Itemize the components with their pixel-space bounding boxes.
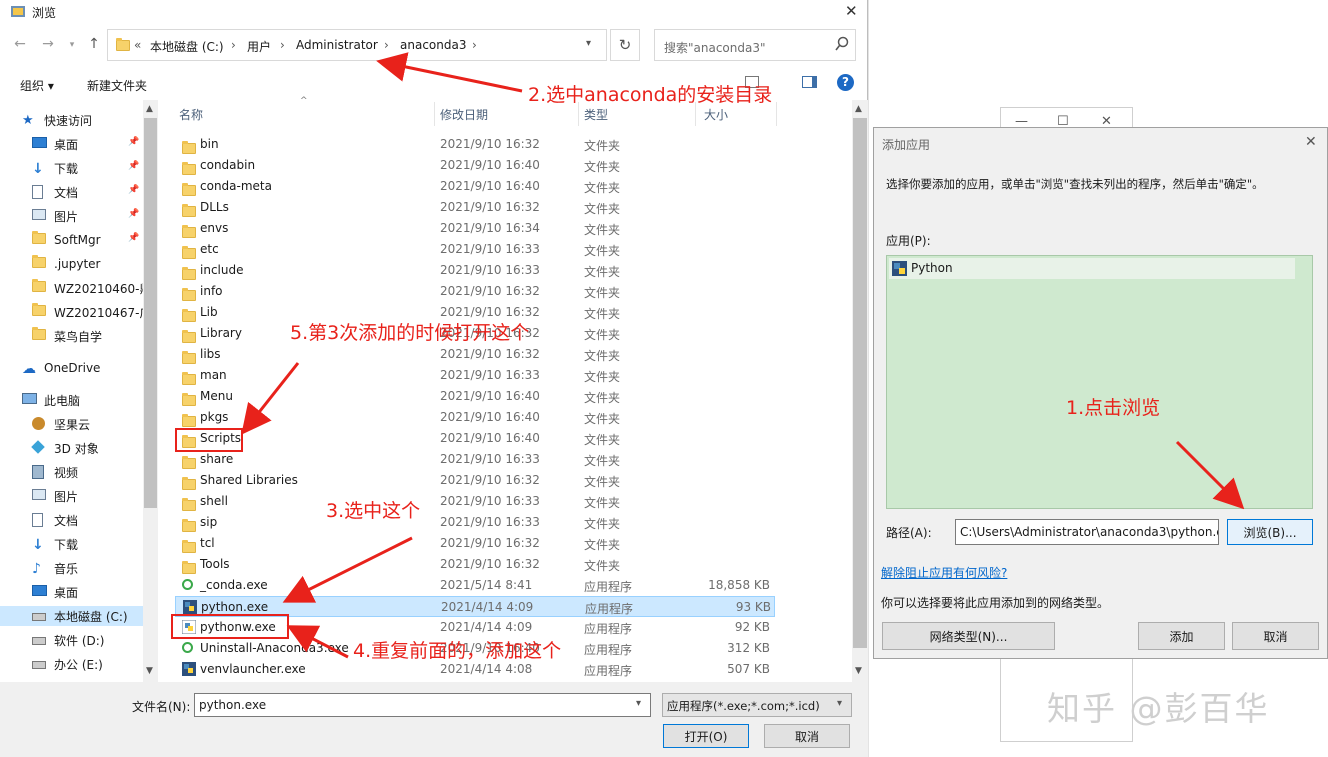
arrow-step4 bbox=[286, 625, 349, 659]
annotation-step4: 4.重复前面的，添加这个 bbox=[353, 640, 562, 662]
arrow-step1 bbox=[1175, 440, 1245, 510]
watermark: 知乎 @彭百华 bbox=[1047, 689, 1270, 728]
arrow-step5 bbox=[241, 362, 300, 435]
annotation-step3: 3.选中这个 bbox=[326, 500, 421, 522]
arrow-step2 bbox=[376, 52, 523, 93]
annotation-step1: 1.点击浏览 bbox=[1066, 397, 1161, 419]
annotation-step5: 5.第3次添加的时候打开这个 bbox=[290, 322, 530, 344]
arrow-step3 bbox=[282, 536, 413, 603]
annotation-arrows bbox=[241, 52, 1245, 659]
pythonw-highlight-box bbox=[171, 614, 289, 639]
scripts-highlight-box bbox=[175, 428, 243, 452]
annotation-step2: 2.选中anaconda的安装目录 bbox=[528, 84, 773, 106]
